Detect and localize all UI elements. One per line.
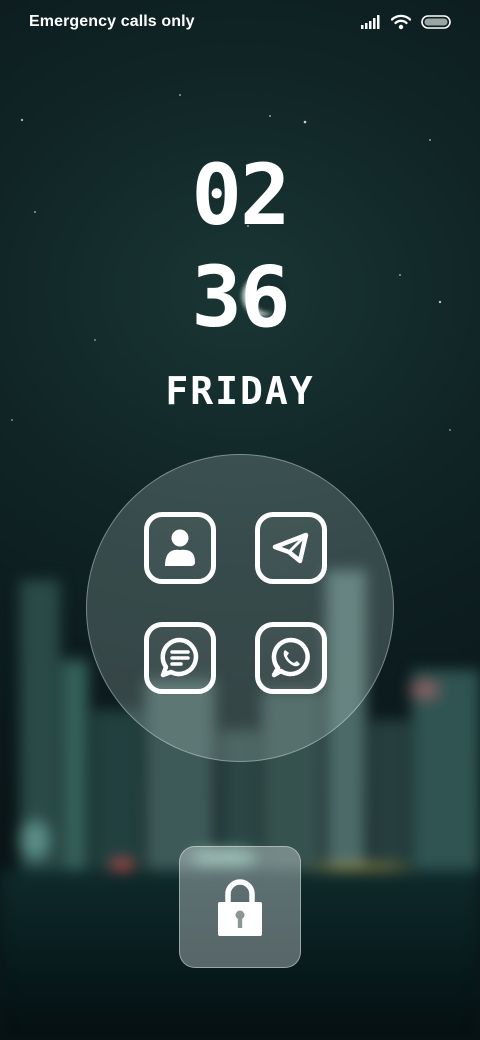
status-icons bbox=[361, 14, 451, 30]
telegram-shortcut[interactable] bbox=[255, 512, 327, 584]
contacts-shortcut[interactable] bbox=[144, 512, 216, 584]
messages-icon bbox=[160, 637, 199, 678]
app-shortcuts-panel bbox=[86, 454, 394, 762]
messages-shortcut[interactable] bbox=[144, 622, 216, 694]
clock-minutes: 36 bbox=[191, 248, 290, 346]
contacts-icon bbox=[165, 529, 195, 566]
clock-hours: 02 bbox=[191, 146, 290, 244]
whatsapp-shortcut[interactable] bbox=[255, 622, 327, 694]
lock-icon bbox=[218, 879, 262, 936]
status-bar: Emergency calls only bbox=[0, 0, 480, 44]
signal-icon bbox=[361, 15, 380, 29]
whatsapp-icon bbox=[271, 637, 310, 678]
battery-icon bbox=[421, 15, 451, 29]
telegram-icon bbox=[272, 532, 309, 564]
wifi-icon bbox=[391, 14, 411, 30]
unlock-button[interactable] bbox=[179, 846, 301, 968]
day-of-week-label: FRIDAY bbox=[165, 369, 315, 413]
carrier-status-text: Emergency calls only bbox=[29, 13, 195, 30]
